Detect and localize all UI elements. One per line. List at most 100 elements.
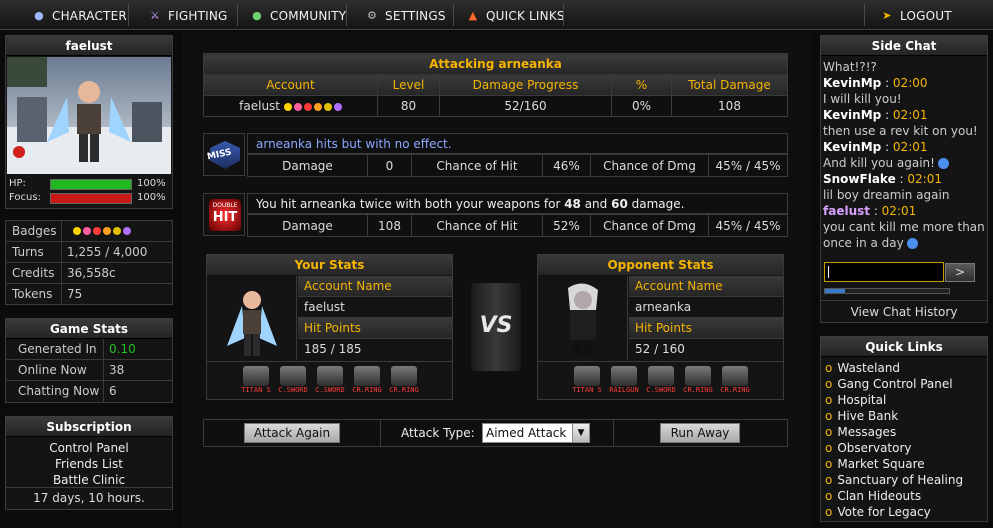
opponent-stats-title: Opponent Stats xyxy=(538,255,783,275)
quick-link[interactable]: o Messages xyxy=(821,424,987,440)
quick-link[interactable]: o Sanctuary of Healing xyxy=(821,472,987,488)
bullet-icon: o xyxy=(825,393,833,407)
chat-time: 02:01 xyxy=(907,172,942,186)
sword-icon: ⚔ xyxy=(149,9,161,22)
nav-community[interactable]: ● COMMUNITY xyxy=(250,4,346,28)
run-away-button[interactable]: Run Away xyxy=(660,423,740,443)
nav-quick-links[interactable]: ▲ QUICK LINKS xyxy=(466,4,565,28)
account-info-label: Turns xyxy=(6,242,62,262)
equipment-label: TITAN S xyxy=(241,386,271,394)
quick-link[interactable]: o Hive Bank xyxy=(821,408,987,424)
chat-username[interactable]: KevinMp xyxy=(823,140,881,154)
quick-link[interactable]: o Hospital xyxy=(821,392,987,408)
equipment-item[interactable]: TITAN S xyxy=(568,366,606,396)
miss-icon: MISS xyxy=(203,133,245,176)
equipment-label: RAILGUN xyxy=(609,386,639,394)
chat-username[interactable]: KevinMp xyxy=(823,108,881,122)
equipment-icon xyxy=(391,366,417,386)
equipment-item[interactable]: TITAN S xyxy=(237,366,275,396)
subscription-link[interactable]: Friends List xyxy=(6,456,172,472)
opponent-stats-panel: Opponent Stats Account Name arneanka Hit… xyxy=(537,254,784,400)
account-info-value: 36,558c xyxy=(67,266,116,280)
chevron-down-icon[interactable]: ▼ xyxy=(572,424,589,442)
equipment-label: C.SWORD xyxy=(315,386,345,394)
equipment-icon xyxy=(574,366,600,386)
equipment-label: CR.RING xyxy=(352,386,382,394)
quick-link[interactable]: o Vote for Legacy xyxy=(821,504,987,520)
chat-separator: : xyxy=(881,108,893,122)
logout-icon: ➤ xyxy=(882,9,892,22)
chat-message-text: What!?!? xyxy=(823,60,877,74)
attack-again-button[interactable]: Attack Again xyxy=(244,423,340,443)
game-stat-value: 0.10 xyxy=(109,342,136,356)
badge-icons xyxy=(73,227,131,241)
chat-message-text: I will kill you! xyxy=(823,92,902,106)
chat-time: 02:00 xyxy=(892,76,928,90)
game-stat-row: Online Now 38 xyxy=(6,360,172,381)
chat-separator: : xyxy=(895,172,908,186)
chat-input[interactable] xyxy=(824,262,944,282)
miss-message: arneanka hits but with no effect. xyxy=(247,133,788,154)
opponent-avatar xyxy=(538,276,628,360)
quick-links-title: Quick Links xyxy=(821,337,987,357)
fire-icon: ▲ xyxy=(468,9,478,22)
hp-bar-fill xyxy=(51,180,131,189)
equipment-icon xyxy=(611,366,637,386)
combat-log-miss: MISS arneanka hits but with no effect. D… xyxy=(203,133,788,177)
avatar-image xyxy=(7,57,171,174)
subscription-panel: Subscription Control Panel Friends List Ba… xyxy=(5,416,173,510)
quick-link[interactable]: o Gang Control Panel xyxy=(821,376,987,392)
nav-settings[interactable]: ⚙ SETTINGS xyxy=(365,4,446,28)
equipment-item[interactable]: C.SWORD xyxy=(642,366,680,396)
smiley-icon xyxy=(906,238,918,249)
chat-username[interactable]: faelust xyxy=(823,204,870,218)
attack-type-label: Attack Type: xyxy=(401,426,475,440)
opponent-hp-label: Hit Points xyxy=(629,318,783,339)
equipment-item[interactable]: CR.RING xyxy=(348,366,386,396)
equipment-icon xyxy=(648,366,674,386)
equipment-item[interactable]: C.SWORD xyxy=(274,366,312,396)
quick-link[interactable]: o Clan Hideouts xyxy=(821,488,987,504)
equipment-item[interactable]: CR.RING xyxy=(385,366,423,396)
equipment-label: CR.RING xyxy=(720,386,750,394)
equipment-label: TITAN S xyxy=(572,386,602,394)
subscription-link[interactable]: Battle Clinic xyxy=(6,472,172,488)
quick-link[interactable]: o Wasteland xyxy=(821,360,987,376)
your-name-label: Account Name xyxy=(298,276,452,297)
quick-link[interactable]: o Market Square xyxy=(821,456,987,472)
opponent-avatar-image xyxy=(568,283,598,356)
equipment-item[interactable]: RAILGUN xyxy=(605,366,643,396)
nav-fighting[interactable]: ⚔ FIGHTING xyxy=(148,4,228,28)
equipment-icon xyxy=(317,366,343,386)
nav-character[interactable]: ● CHARACTER xyxy=(32,4,127,28)
equipment-item[interactable]: C.SWORD xyxy=(311,366,349,396)
subscription-remaining: 17 days, 10 hours. xyxy=(6,487,172,509)
account-info-row: Badges xyxy=(6,221,172,242)
your-hp: 185 / 185 xyxy=(304,342,362,356)
nav-divider xyxy=(563,4,564,26)
attack-type-select[interactable]: Aimed Attack ▼ xyxy=(482,423,590,443)
profile-name: faelust xyxy=(6,36,172,56)
chat-username[interactable]: KevinMp xyxy=(823,76,881,90)
equipment-item[interactable]: CR.RING xyxy=(679,366,717,396)
nav-logout[interactable]: ➤ LOGOUT xyxy=(880,4,952,28)
equipment-item[interactable]: CR.RING xyxy=(716,366,754,396)
bullet-icon: o xyxy=(825,409,833,423)
chat-username[interactable]: SnowFlake xyxy=(823,172,896,186)
view-chat-history-link[interactable]: View Chat History xyxy=(821,300,987,322)
quick-link[interactable]: o Observatory xyxy=(821,440,987,456)
your-stats-title: Your Stats xyxy=(207,255,452,275)
account-info-label: Tokens xyxy=(6,284,62,305)
game-stats-title: Game Stats xyxy=(6,319,172,339)
nav-divider xyxy=(453,4,454,26)
bullet-icon: o xyxy=(825,505,833,519)
your-name: faelust xyxy=(298,297,452,318)
account-info-label: Badges xyxy=(6,221,62,241)
chat-log[interactable]: What!?!? KevinMp : 02:00 I will kill you! K… xyxy=(823,59,985,255)
game-stat-label: Online Now xyxy=(6,360,104,380)
smiley-icon xyxy=(937,158,949,169)
chat-send-button[interactable]: > xyxy=(945,263,975,282)
chat-time: 02:01 xyxy=(892,140,928,154)
subscription-title: Subscription xyxy=(6,417,172,437)
subscription-link[interactable]: Control Panel xyxy=(6,440,172,456)
